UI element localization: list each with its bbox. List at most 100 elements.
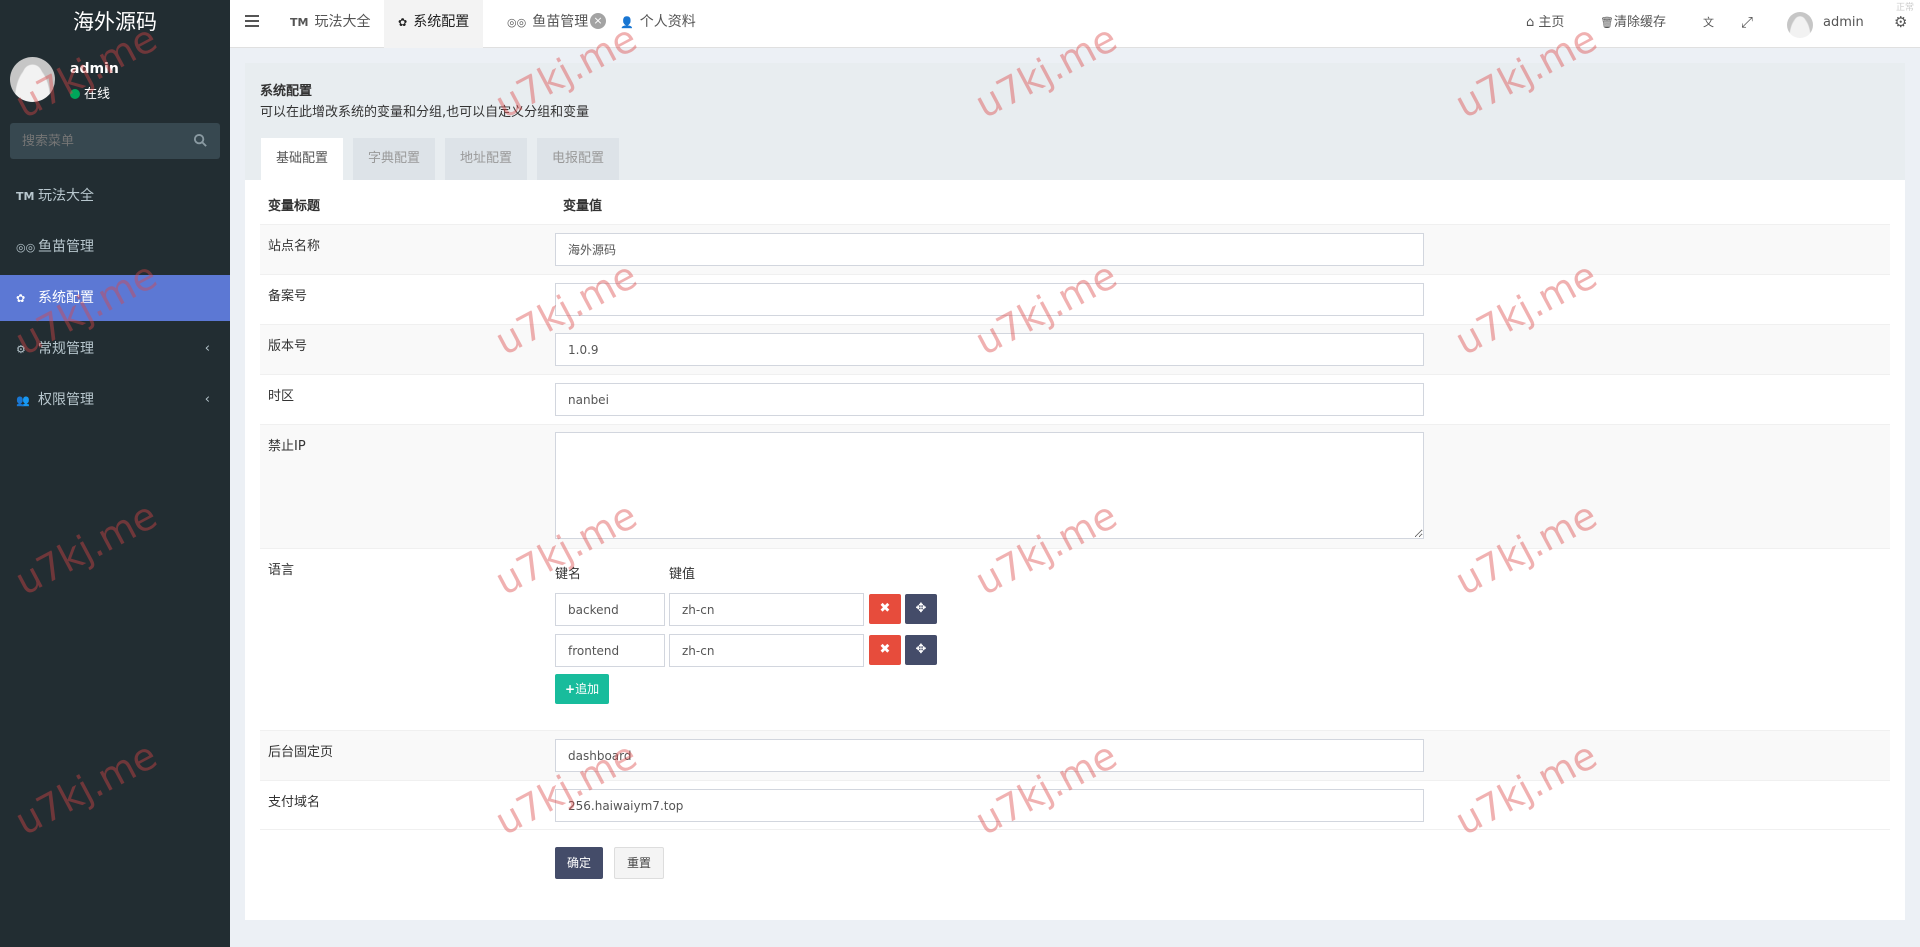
tripadvisor-icon: ◎◎ (507, 16, 527, 29)
sidebar-item-label: 常规管理 (38, 341, 94, 357)
user-panel: admin 在线 (0, 49, 230, 109)
sidebar-item-system-config[interactable]: ✿ 系统配置 (0, 275, 230, 321)
version-input[interactable] (555, 333, 1424, 366)
gear-icon: ✿ (16, 292, 26, 305)
sidebar-item-label: 权限管理 (38, 392, 94, 408)
language-value-input[interactable] (669, 593, 864, 626)
sidebar-item-general[interactable]: ⚙ 常规管理 ‹ (0, 326, 230, 372)
language-key-input[interactable] (555, 634, 665, 667)
user-status-text: 在线 (84, 87, 111, 102)
panel-title: 系统配置 (260, 84, 313, 99)
language-key-input[interactable] (555, 593, 665, 626)
config-row-fixed-page: 后台固定页 (260, 730, 1890, 780)
sidebar-item-label: 玩法大全 (38, 188, 94, 204)
append-button[interactable]: +追加 (555, 674, 610, 704)
remove-row-button[interactable]: ✖ (869, 635, 901, 665)
tab-profile[interactable]: 👤 个人资料 (606, 0, 710, 48)
top-user-name[interactable]: admin (1823, 0, 1864, 48)
fullscreen-icon[interactable]: ⤢ (1741, 0, 1753, 48)
tab-close-icon[interactable]: × (590, 13, 606, 29)
cogs-icon: ⚙ (16, 343, 26, 356)
top-user-avatar[interactable] (1787, 12, 1813, 38)
field-label: 备案号 (268, 289, 308, 304)
panel-heading: 系统配置 可以在此增改系统的变量和分组,也可以自定义分组和变量 基础配置 字典配… (245, 63, 1905, 180)
translate-icon[interactable]: 文 (1703, 0, 1714, 48)
column-header-value: 变量值 (563, 199, 603, 214)
timezone-input[interactable] (555, 383, 1424, 416)
config-panel: 系统配置 可以在此增改系统的变量和分组,也可以自定义分组和变量 基础配置 字典配… (245, 63, 1905, 920)
tab-address-config[interactable]: 地址配置 (445, 138, 528, 180)
app-logo[interactable]: 海外源码 (0, 0, 230, 49)
tab-label: 玩法大全 (314, 14, 371, 30)
users-icon: 👥 (16, 394, 30, 407)
column-header-title: 变量标题 (268, 199, 321, 214)
tab-dict-config[interactable]: 字典配置 (353, 138, 436, 180)
top-navbar: TM 玩法大全 ✿ 系统配置 ◎◎ 鱼苗管理 × 👤 个人资料 ⌂ 主页 🗑清除缓存 文… (230, 0, 1920, 48)
config-row-timezone: 时区 (260, 374, 1890, 424)
panel-description: 可以在此增改系统的变量和分组,也可以自定义分组和变量 (260, 105, 590, 120)
field-label: 站点名称 (268, 239, 321, 254)
pay-domain-input[interactable] (555, 789, 1424, 822)
tab-label: 系统配置 (413, 14, 470, 30)
tab-telegram-config[interactable]: 电报配置 (537, 138, 620, 180)
remove-row-button[interactable]: ✖ (869, 594, 901, 624)
config-row-forbidden-ip: 禁止IP (260, 424, 1890, 548)
user-icon: 👤 (620, 16, 634, 29)
gear-icon: ✿ (398, 16, 408, 29)
user-name: admin (70, 61, 119, 77)
online-dot-icon (70, 89, 80, 99)
home-link[interactable]: ⌂ 主页 (1526, 0, 1564, 48)
tripadvisor-icon: ◎◎ (16, 241, 36, 254)
trademark-icon: TM (290, 16, 309, 29)
beian-input[interactable] (555, 283, 1424, 316)
field-label: 禁止IP (268, 439, 306, 454)
submit-button[interactable]: 确定 (555, 847, 604, 879)
sidebar-item-wanfa[interactable]: TM 玩法大全 (0, 173, 230, 219)
site-name-input[interactable] (555, 233, 1424, 266)
field-label: 支付域名 (268, 795, 321, 810)
tab-system-config[interactable]: ✿ 系统配置 (384, 0, 484, 48)
config-row-language: 语言 键名 键值 ✖ ✥ ✖ ✥ +追加 (260, 548, 1890, 730)
config-row-site-name: 站点名称 (260, 224, 1890, 274)
tab-label: 鱼苗管理 (532, 14, 589, 30)
drag-handle-icon[interactable]: ✥ (905, 635, 937, 665)
key-value-header: 键值 (669, 567, 696, 582)
field-label: 语言 (268, 563, 295, 578)
search-menu-input[interactable] (10, 123, 180, 159)
config-row-pay-domain: 支付域名 (260, 780, 1890, 830)
sidebar-item-yumiao[interactable]: ◎◎ 鱼苗管理 (0, 224, 230, 270)
config-row-beian: 备案号 (260, 274, 1890, 324)
chevron-left-icon: ‹ (204, 392, 210, 407)
tab-label: 个人资料 (639, 14, 696, 30)
forbidden-ip-textarea[interactable] (555, 432, 1424, 539)
drag-handle-icon[interactable]: ✥ (905, 594, 937, 624)
sidebar-menu: TM 玩法大全 ◎◎ 鱼苗管理 ✿ 系统配置 ⚙ 常规管理 ‹ 👥 权限管理 ‹ (0, 173, 230, 428)
home-label: 主页 (1538, 15, 1565, 30)
home-icon: ⌂ (1526, 15, 1535, 30)
field-label: 时区 (268, 389, 295, 404)
trash-icon: 🗑 (1600, 16, 1614, 29)
user-status: 在线 (70, 83, 110, 102)
sidebar-search (10, 123, 220, 159)
tab-wanfa[interactable]: TM 玩法大全 (276, 0, 384, 48)
tab-basic-config[interactable]: 基础配置 (261, 138, 344, 180)
hamburger-menu-icon[interactable] (245, 15, 259, 27)
user-avatar (10, 57, 55, 102)
plus-icon: + (565, 682, 576, 696)
clear-cache-label: 清除缓存 (1613, 15, 1666, 30)
fixed-page-input[interactable] (555, 739, 1424, 772)
corner-status-text: 正常 (1895, 3, 1914, 13)
search-icon[interactable] (193, 133, 208, 148)
field-label: 后台固定页 (268, 745, 334, 760)
field-label: 版本号 (268, 339, 308, 354)
sidebar-item-label: 系统配置 (38, 290, 94, 306)
chevron-left-icon: ‹ (204, 341, 210, 356)
reset-button[interactable]: 重置 (614, 847, 665, 879)
sidebar: 海外源码 admin 在线 TM玩法大全 ◎◎鱼苗管理 ✿ 系统配置 ⚙ 常规管理 ‹… (0, 0, 230, 947)
key-name-header: 键名 (555, 567, 582, 582)
tab-yumiao[interactable]: ◎◎ 鱼苗管理 (493, 0, 602, 48)
sidebar-item-permission[interactable]: 👥 权限管理 ‹ (0, 377, 230, 423)
clear-cache-button[interactable]: 🗑清除缓存 (1600, 0, 1666, 48)
language-value-input[interactable] (669, 634, 864, 667)
config-row-version: 版本号 (260, 324, 1890, 374)
